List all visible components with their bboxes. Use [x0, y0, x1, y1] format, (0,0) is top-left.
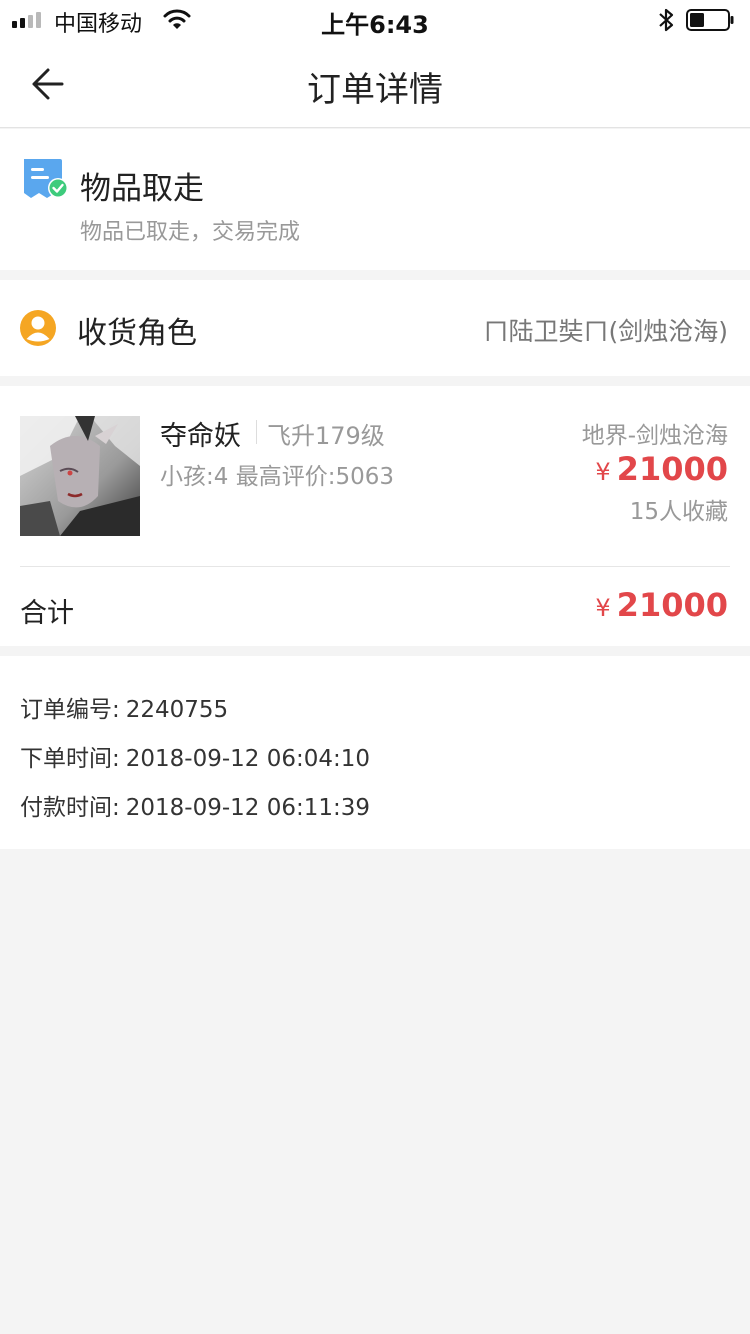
character-portrait-image: [20, 416, 140, 536]
item-price-value: 21000: [616, 450, 728, 488]
receiver-label: 收货角色: [77, 316, 197, 351]
order-time-label: 下单时间:: [20, 746, 120, 772]
order-number-row: 订单编号: 2240755: [20, 690, 228, 724]
server-name: 地界-剑烛沧海: [581, 423, 728, 449]
character-name: 夺命妖: [160, 421, 241, 452]
total-price-value: 21000: [616, 586, 728, 624]
receiver-role-name: ㄇ陆卫奘ㄇ(剑烛沧海): [483, 317, 728, 346]
divider: [256, 420, 257, 444]
receiver-card: 收货角色 ㄇ陆卫奘ㄇ(剑烛沧海): [0, 280, 750, 376]
divider: [20, 566, 730, 567]
status-bar: 中国移动 上午6:43: [0, 0, 750, 40]
payment-time-label: 付款时间:: [20, 795, 120, 821]
clock: 上午6:43: [321, 11, 429, 39]
nav-bar: 订单详情: [0, 40, 750, 128]
currency-symbol: ¥: [595, 594, 611, 622]
page-title: 订单详情: [307, 70, 443, 110]
order-number-label: 订单编号:: [20, 697, 120, 723]
battery-icon: [686, 9, 734, 31]
payment-time-row: 付款时间: 2018-09-12 06:11:39: [20, 788, 370, 822]
total-price: ¥21000: [595, 586, 728, 624]
order-time-value: 2018-09-12 06:04:10: [125, 746, 371, 772]
favorites-count: 15人收藏: [629, 499, 728, 525]
order-status-card: 物品取走 物品已取走，交易完成: [0, 129, 750, 270]
user-icon: [20, 310, 56, 346]
character-level: 飞升179级: [267, 422, 385, 450]
item-price: ¥21000: [595, 450, 728, 488]
item-card: 夺命妖 飞升179级 小孩:4 最高评价:5063 地界-剑烛沧海 ¥21000…: [0, 386, 750, 646]
order-complete-icon: [24, 159, 68, 198]
total-label: 合计: [20, 598, 74, 629]
payment-time-value: 2018-09-12 06:11:39: [125, 795, 371, 821]
currency-symbol: ¥: [595, 458, 611, 486]
character-avatar[interactable]: [20, 416, 140, 536]
order-status-title: 物品取走: [80, 171, 204, 207]
order-status-subtitle: 物品已取走，交易完成: [80, 220, 301, 245]
order-time-row: 下单时间: 2018-09-12 06:04:10: [20, 739, 370, 773]
order-number-value: 2240755: [125, 697, 229, 723]
order-info-card: 订单编号: 2240755 下单时间: 2018-09-12 06:04:10 付款…: [0, 656, 750, 849]
character-stats: 小孩:4 最高评价:5063: [160, 464, 394, 490]
bluetooth-icon: [659, 8, 674, 32]
